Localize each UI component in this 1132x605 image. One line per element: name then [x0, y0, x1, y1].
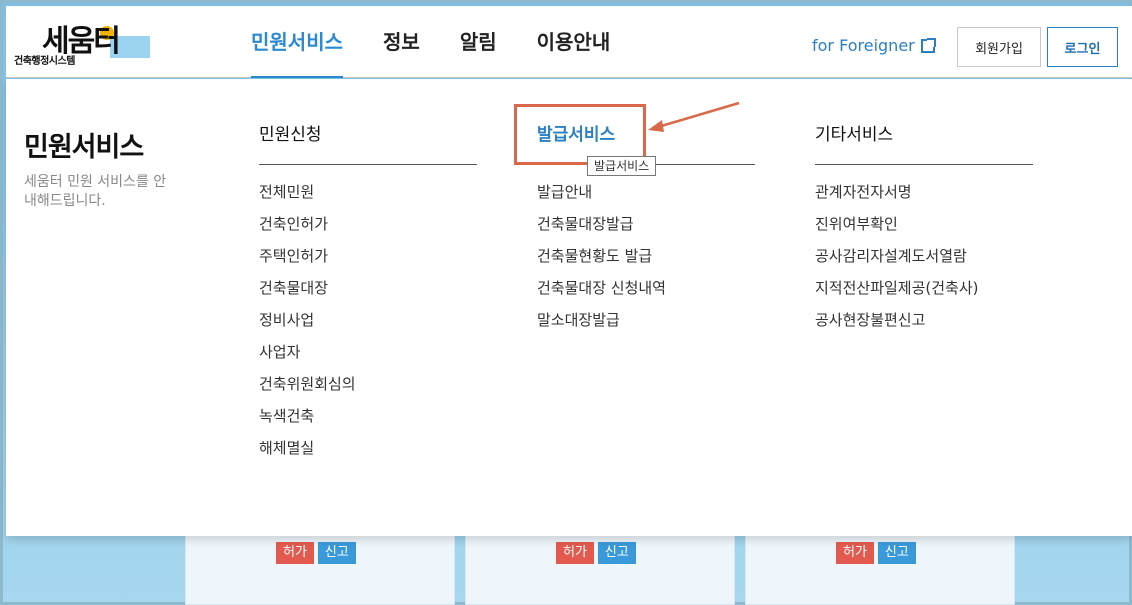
external-link-icon: [920, 37, 936, 53]
menu-item[interactable]: 주택인허가: [259, 245, 477, 277]
menu-column-other: 기타서비스 관계자전자서명 진위여부확인 공사감리자설계도서열람 지적전산파일제…: [815, 123, 1033, 341]
badge-permit: 허가: [556, 542, 594, 564]
annotation-arrow-icon: [648, 101, 740, 132]
bg-card[interactable]: 허가 신고: [745, 531, 1015, 605]
menu-item[interactable]: 말소대장발급: [537, 309, 755, 341]
join-button[interactable]: 회원가입: [957, 27, 1041, 67]
menu-item[interactable]: 발급안내: [537, 181, 755, 213]
nav-civil-service[interactable]: 민원서비스: [251, 6, 343, 78]
menu-item[interactable]: 공사감리자설계도서열람: [815, 245, 1033, 277]
menu-item[interactable]: 공사현장불편신고: [815, 309, 1033, 341]
hover-tooltip: 발급서비스: [587, 156, 657, 176]
menu-item[interactable]: 녹색건축: [259, 405, 477, 437]
badge-report: 신고: [317, 542, 356, 564]
menu-item[interactable]: 사업자: [259, 341, 477, 373]
foreigner-link[interactable]: for Foreigner: [812, 36, 936, 55]
column-heading[interactable]: 기타서비스: [815, 123, 1033, 165]
site-header: 세움터 건축행정시스템 민원서비스 정보 알림 이용안내 for Foreign…: [6, 6, 1132, 78]
panel-title: 민원서비스: [24, 132, 144, 163]
menu-item[interactable]: 정비사업: [259, 309, 477, 341]
menu-item[interactable]: 건축위원회심의: [259, 373, 477, 405]
nav-info[interactable]: 정보: [383, 6, 420, 78]
badge-report: 신고: [877, 542, 916, 564]
login-button[interactable]: 로그인: [1047, 27, 1118, 67]
badge-report: 신고: [597, 542, 636, 564]
menu-item[interactable]: 진위여부확인: [815, 213, 1033, 245]
bg-card[interactable]: 허가 신고: [185, 531, 455, 605]
menu-item[interactable]: 건축물대장 신청내역: [537, 277, 755, 309]
menu-item[interactable]: 건축물대장발급: [537, 213, 755, 245]
logo[interactable]: 세움터 건축행정시스템: [14, 24, 154, 67]
menu-item[interactable]: 해체멸실: [259, 437, 477, 469]
menu-column-apply: 민원신청 전체민원 건축인허가 주택인허가 건축물대장 정비사업 사업자 건축위…: [259, 123, 477, 469]
mega-menu-panel: 민원서비스 세움터 민원 서비스를 안내해드립니다. 민원신청 전체민원 건축인…: [6, 79, 1132, 536]
menu-item[interactable]: 지적전산파일제공(건축사): [815, 277, 1033, 309]
column-heading[interactable]: 민원신청: [259, 123, 477, 165]
logo-subtitle: 건축행정시스템: [14, 56, 75, 67]
menu-item[interactable]: 전체민원: [259, 181, 477, 213]
page-frame: 허가 신고 허가 신고 허가 신고 세움터 건축행정시스템 민원서비스 정보 알…: [0, 0, 1132, 605]
menu-item[interactable]: 건축물현황도 발급: [537, 245, 755, 277]
menu-item[interactable]: 건축물대장: [259, 277, 477, 309]
bg-card[interactable]: 허가 신고: [465, 531, 735, 605]
menu-item[interactable]: 건축인허가: [259, 213, 477, 245]
menu-item[interactable]: 관계자전자서명: [815, 181, 1033, 213]
nav-guide[interactable]: 이용안내: [537, 6, 611, 78]
foreigner-link-label: for Foreigner: [812, 36, 915, 55]
badge-permit: 허가: [836, 542, 874, 564]
nav-notice[interactable]: 알림: [460, 6, 497, 78]
panel-description: 세움터 민원 서비스를 안내해드립니다.: [24, 174, 167, 209]
main-nav: 민원서비스 정보 알림 이용안내: [251, 6, 650, 78]
badge-permit: 허가: [276, 542, 314, 564]
